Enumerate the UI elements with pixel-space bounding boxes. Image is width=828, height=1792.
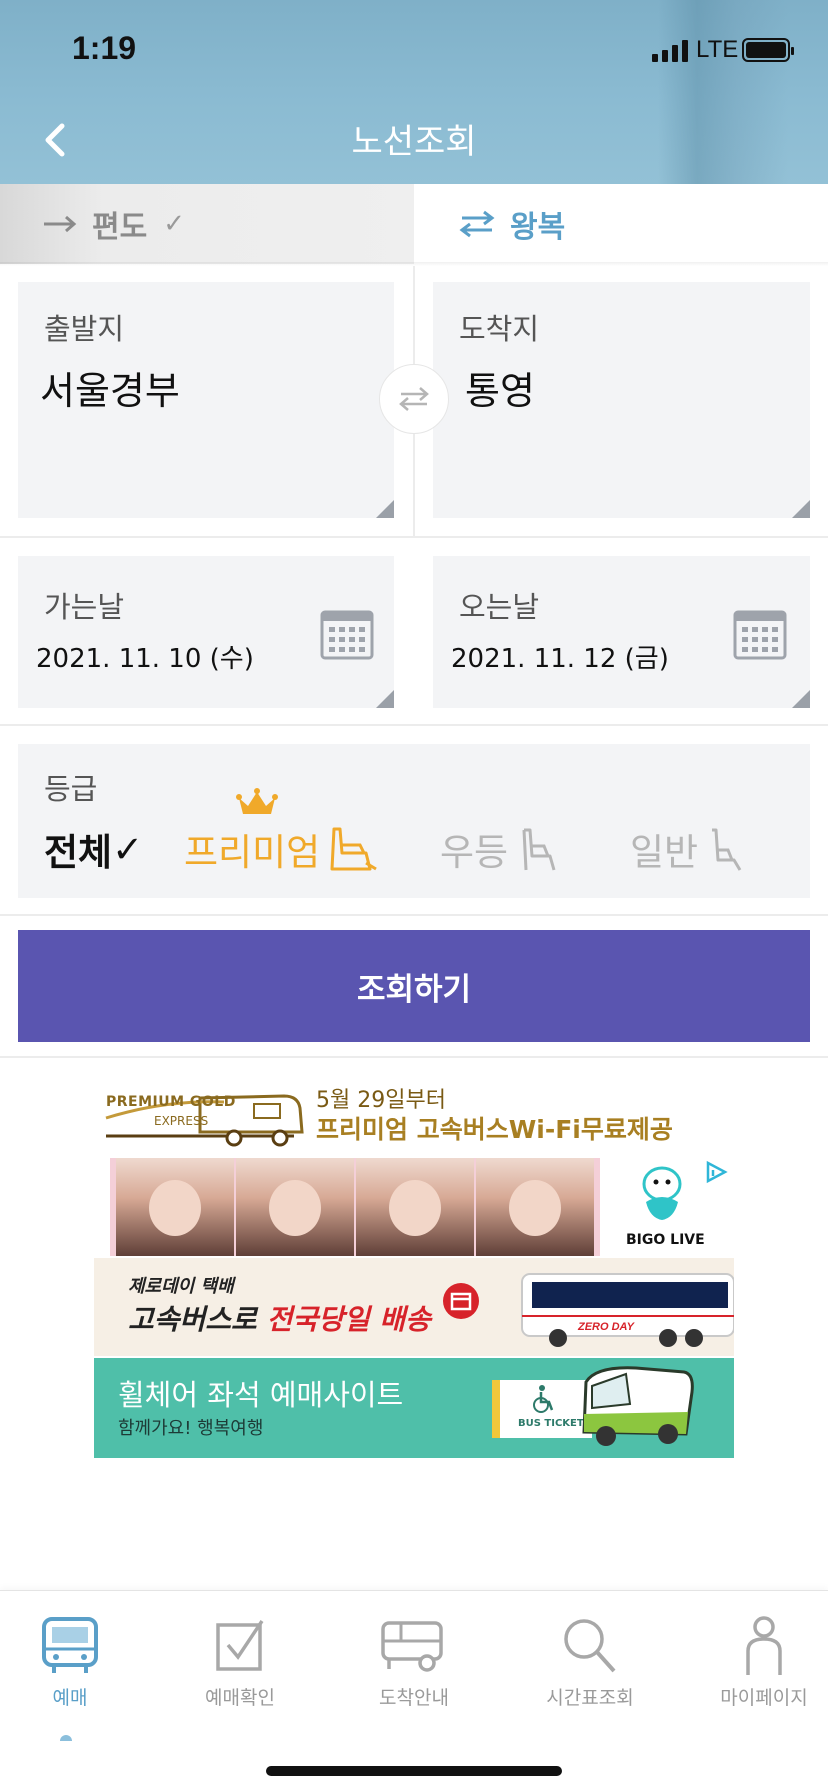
premium-seat-icon <box>330 827 377 871</box>
ad-headline-highlight: 전국당일 배송 <box>266 1303 431 1336</box>
arrival-value: 통영 <box>465 369 535 413</box>
grade-option-deluxe[interactable]: 우등 <box>440 822 562 876</box>
nav-item-mypage[interactable]: 마이페이지 <box>694 1615 828 1710</box>
wheelchair-icon <box>533 1385 554 1413</box>
express-text: EXPRESS <box>154 1114 209 1128</box>
search-button[interactable]: 조회하기 <box>18 930 810 1042</box>
bottom-navigation: 예매 예매확인 도착안내 시간표조회 마이페이지 <box>0 1590 828 1792</box>
bigo-live-logo: BIGO LIVE <box>626 1232 705 1248</box>
ad-headline: 휠체어 좌석 예매사이트 <box>118 1378 404 1412</box>
corner-triangle <box>376 500 394 518</box>
calendar-icon <box>320 610 374 660</box>
section-divider <box>0 536 828 538</box>
bigo-photo-strip <box>110 1158 600 1256</box>
header: 1:19 LTE 노선조회 <box>0 0 828 184</box>
trip-type-tabs: 편도 ✓ 왕복 <box>0 184 828 264</box>
promo-photo <box>356 1158 474 1256</box>
nav-item-timetable[interactable]: 시간표조회 <box>520 1615 660 1710</box>
grade-option-premium[interactable]: 프리미엄 <box>184 822 378 876</box>
ad-headline: 고속버스로 전국당일 배송 <box>128 1298 431 1338</box>
nav-label: 예매확인 <box>205 1687 275 1709</box>
ad-headline: 프리미엄 고속버스Wi-Fi무료제공 <box>316 1115 673 1144</box>
crown-icon <box>236 788 278 814</box>
section-divider <box>0 1056 828 1058</box>
network-type: LTE <box>696 36 739 63</box>
departure-card[interactable]: 출발지 서울경부 <box>18 282 394 518</box>
promo-photo <box>116 1158 234 1256</box>
premium-gold-text: PREMIUM GOLD <box>106 1094 236 1110</box>
section-divider <box>0 724 828 726</box>
return-date-card[interactable]: 오는날 2021. 11. 12 (금) <box>433 556 810 708</box>
truck-icon <box>381 1621 443 1672</box>
search-icon <box>564 1619 616 1673</box>
check-icon: ✓ <box>163 209 185 239</box>
calendar-icon <box>733 610 787 660</box>
bus-icon <box>42 1617 98 1673</box>
status-bar: 1:19 LTE <box>0 0 828 100</box>
standard-seat-icon <box>712 828 742 871</box>
grade-option-premium-label: 프리미엄 <box>184 831 321 874</box>
section-divider <box>0 914 828 916</box>
green-bus-image <box>582 1366 694 1446</box>
swap-icon <box>399 387 429 411</box>
tab-roundtrip[interactable]: 왕복 <box>414 184 828 264</box>
ad-subtitle: 함께가요! 행복여행 <box>118 1418 264 1439</box>
departure-label: 출발지 <box>44 312 125 346</box>
tab-oneway[interactable]: 편도 ✓ <box>0 184 414 264</box>
signal-icon <box>652 40 688 62</box>
premium-wifi-ad[interactable]: PREMIUM GOLD EXPRESS 5월 29일부터 프리미엄 고속버스W… <box>94 1074 734 1256</box>
ad-choices-icon[interactable] <box>704 1160 728 1184</box>
status-time: 1:19 <box>72 30 137 66</box>
tab-roundtrip-label: 왕복 <box>510 210 566 245</box>
promo-photo <box>476 1158 594 1256</box>
grade-option-all[interactable]: 전체 ✓ <box>44 822 143 876</box>
grade-option-standard[interactable]: 일반 <box>630 822 746 876</box>
promo-photo <box>236 1158 354 1256</box>
arrival-card[interactable]: 도착지 통영 <box>433 282 810 518</box>
swap-stations-button[interactable] <box>379 364 449 434</box>
bus-side-text: ZERO DAY <box>577 1321 636 1333</box>
arrival-label: 도착지 <box>459 312 540 346</box>
corner-triangle <box>376 690 394 708</box>
arrow-right-icon <box>44 215 77 233</box>
departure-value: 서울경부 <box>40 369 180 413</box>
nav-item-arrival-info[interactable]: 도착안내 <box>344 1615 484 1710</box>
grade-option-deluxe-label: 우등 <box>440 831 509 874</box>
go-date-label: 가는날 <box>44 590 125 624</box>
nav-label: 마이페이지 <box>720 1687 808 1709</box>
white-bus-image: ZERO DAY <box>521 1273 734 1347</box>
grade-label: 등급 <box>44 772 98 806</box>
checkbox-icon <box>216 1620 264 1671</box>
person-icon <box>746 1616 782 1675</box>
tab-oneway-label: 편도 <box>92 210 148 245</box>
parcel-icon <box>443 1283 479 1319</box>
grade-option-standard-label: 일반 <box>630 831 699 874</box>
swap-arrows-icon <box>459 210 495 238</box>
ad-small-text: 제로데이 택배 <box>128 1276 234 1297</box>
corner-triangle <box>792 500 810 518</box>
nav-label: 예매 <box>52 1687 88 1709</box>
go-date-value: 2021. 11. 10 (수) <box>36 644 254 674</box>
ad-headline-prefix: 고속버스로 <box>128 1303 267 1336</box>
battery-icon <box>742 38 794 62</box>
grade-option-all-label: 전체 <box>44 831 113 874</box>
home-indicator <box>266 1766 562 1776</box>
deluxe-seat-icon <box>522 828 556 871</box>
nav-item-booking[interactable]: 예매 <box>0 1615 140 1741</box>
check-icon: ✓ <box>112 827 144 871</box>
nav-item-booking-check[interactable]: 예매확인 <box>170 1615 310 1710</box>
nav-label: 시간표조회 <box>546 1687 634 1709</box>
grade-section: 등급 전체 ✓ 프리미엄 우등 일반 <box>18 744 810 898</box>
active-indicator <box>60 1735 72 1741</box>
bigo-mascot-icon <box>642 1166 682 1220</box>
nav-label: 도착안내 <box>379 1687 449 1709</box>
corner-triangle <box>792 690 810 708</box>
return-date-value: 2021. 11. 12 (금) <box>451 644 669 674</box>
wheelchair-seat-ad[interactable]: 휠체어 좌석 예매사이트 함께가요! 행복여행 BUS TICKET <box>94 1358 734 1458</box>
zeroday-delivery-ad[interactable]: 제로데이 택배 고속버스로 전국당일 배송 ZERO DAY <box>94 1258 734 1356</box>
go-date-card[interactable]: 가는날 2021. 11. 10 (수) <box>18 556 394 708</box>
page-title: 노선조회 <box>351 122 477 162</box>
return-date-label: 오는날 <box>459 590 540 624</box>
